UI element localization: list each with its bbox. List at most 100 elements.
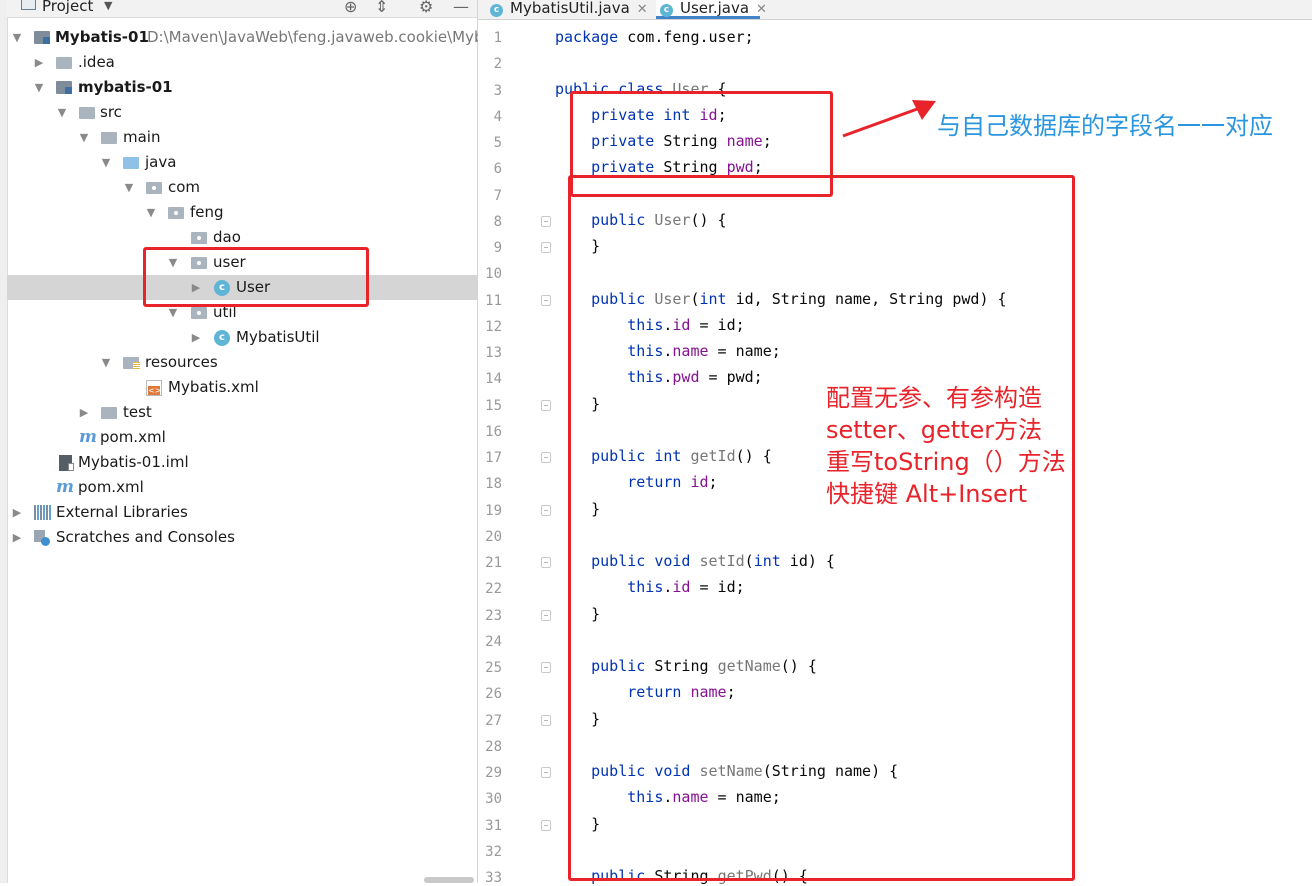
package-icon	[191, 257, 207, 269]
line-number: 15	[485, 398, 502, 414]
chevron-down-icon[interactable]: ▼	[100, 350, 112, 375]
fold-marker-icon[interactable]	[541, 767, 551, 778]
tree-item-test[interactable]: ▶ test	[7, 400, 477, 425]
chevron-down-icon[interactable]: ▼	[123, 175, 135, 200]
tree-item-pom-xml-module[interactable]: m pom.xml	[7, 425, 477, 450]
tree-item-scratches[interactable]: ▶ Scratches and Consoles	[7, 525, 477, 550]
close-icon[interactable]: ✕	[637, 2, 648, 17]
tree-item-user-class[interactable]: ▶ c User	[7, 275, 477, 300]
tree-item-com[interactable]: ▼ com	[7, 175, 477, 200]
scratches-icon	[34, 530, 50, 546]
resources-folder-icon	[123, 357, 140, 370]
fold-marker-icon[interactable]	[541, 452, 551, 463]
fold-marker-icon[interactable]	[541, 557, 551, 568]
chevron-down-icon[interactable]: ▼	[33, 75, 45, 100]
tree-item-java[interactable]: ▼ java	[7, 150, 477, 175]
line-number: 18	[485, 476, 502, 492]
tree-item-src[interactable]: ▼ src	[7, 100, 477, 125]
line-number: 33	[485, 870, 502, 886]
methods-annotation-line: 重写toString（）方法	[826, 448, 1066, 476]
tree-item-label: .idea	[78, 53, 115, 71]
tree-item-label: feng	[190, 203, 224, 221]
tab-mybatisutil[interactable]: c MybatisUtil.java ✕	[486, 0, 656, 19]
chevron-right-icon[interactable]: ▶	[78, 400, 90, 425]
tree-item-label: Mybatis-01	[55, 28, 149, 46]
chevron-down-icon[interactable]: ▼	[167, 250, 179, 275]
code-line: }	[555, 710, 601, 728]
locate-icon[interactable]: ⊕	[344, 0, 357, 16]
chevron-down-icon[interactable]: ▼	[100, 150, 112, 175]
chevron-down-icon[interactable]: ▼	[145, 200, 157, 225]
line-number: 22	[485, 581, 502, 597]
tree-item-pom-xml-root[interactable]: m pom.xml	[7, 475, 477, 500]
tree-item-resources[interactable]: ▼ resources	[7, 350, 477, 375]
line-number: 30	[485, 791, 502, 807]
chevron-down-icon[interactable]: ▼	[78, 125, 90, 150]
fold-marker-icon[interactable]	[541, 216, 551, 227]
fold-marker-icon[interactable]	[541, 295, 551, 306]
line-number: 1	[493, 30, 502, 46]
tree-item-iml[interactable]: Mybatis-01.iml	[7, 450, 477, 475]
tree-item-mybatisutil[interactable]: ▶ c MybatisUtil	[7, 325, 477, 350]
tree-item-label: dao	[213, 228, 241, 246]
tree-item-idea[interactable]: ▶ .idea	[7, 50, 477, 75]
fold-marker-icon[interactable]	[541, 715, 551, 726]
tree-item-label: External Libraries	[56, 503, 188, 521]
chevron-right-icon[interactable]: ▶	[190, 275, 202, 300]
chevron-right-icon[interactable]: ▶	[190, 325, 202, 350]
fold-marker-icon[interactable]	[541, 662, 551, 673]
fold-marker-icon[interactable]	[541, 505, 551, 516]
module-icon	[56, 81, 72, 94]
fold-marker-icon[interactable]	[541, 820, 551, 831]
line-number: 29	[485, 765, 502, 781]
fold-marker-icon[interactable]	[541, 610, 551, 621]
collapse-all-icon[interactable]: ⇕	[375, 0, 388, 16]
tree-item-mybatis-01[interactable]: ▼ mybatis-01	[7, 75, 477, 100]
folder-icon	[56, 57, 72, 69]
line-number: 3	[493, 83, 502, 99]
tab-label: User.java	[680, 0, 750, 17]
line-number: 32	[485, 844, 502, 860]
tree-item-label: mybatis-01	[78, 78, 173, 96]
close-icon[interactable]: ✕	[756, 2, 767, 17]
tree-item-dao[interactable]: dao	[7, 225, 477, 250]
code-line: package com.feng.user;	[555, 28, 754, 46]
tree-item-label: main	[123, 128, 161, 146]
code-line: public User() {	[591, 211, 727, 229]
gear-icon[interactable]: ⚙	[419, 0, 433, 16]
project-panel-title[interactable]: Project	[42, 0, 93, 15]
chevron-right-icon[interactable]: ▶	[11, 525, 23, 550]
tab-label: MybatisUtil.java	[510, 0, 630, 17]
tree-item-mybatis-01-root[interactable]: ▼ Mybatis-01 D:\Maven\JavaWeb\feng.javaw…	[7, 25, 484, 50]
horizontal-scrollbar[interactable]	[424, 877, 474, 883]
folder-icon	[79, 107, 95, 119]
tree-item-util[interactable]: ▼ util	[7, 300, 477, 325]
tree-item-user-package[interactable]: ▼ user	[7, 250, 477, 275]
methods-annotation-line: 快捷键 Alt+Insert	[826, 480, 1028, 508]
xml-file-icon	[146, 380, 162, 396]
hide-icon[interactable]: —	[453, 0, 469, 16]
line-number: 25	[485, 660, 502, 676]
tree-item-label: pom.xml	[100, 428, 166, 446]
fold-marker-icon[interactable]	[541, 242, 551, 253]
tree-item-feng[interactable]: ▼ feng	[7, 200, 477, 225]
chevron-right-icon[interactable]: ▶	[11, 500, 23, 525]
code-line: public String getName() {	[591, 657, 817, 675]
chevron-down-icon[interactable]: ▼	[104, 0, 112, 12]
chevron-right-icon[interactable]: ▶	[33, 50, 45, 75]
tree-item-label: Mybatis.xml	[168, 378, 259, 396]
line-number: 13	[485, 345, 502, 361]
iml-file-icon	[59, 455, 74, 471]
chevron-down-icon[interactable]: ▼	[167, 300, 179, 325]
folder-icon	[101, 407, 117, 419]
tree-item-main[interactable]: ▼ main	[7, 125, 477, 150]
tree-item-label: MybatisUtil	[236, 328, 320, 346]
tree-item-mybatis-xml[interactable]: Mybatis.xml	[7, 375, 477, 400]
chevron-down-icon[interactable]: ▼	[11, 25, 23, 50]
chevron-down-icon[interactable]: ▼	[56, 100, 68, 125]
source-folder-icon	[123, 157, 139, 169]
tree-item-external-libraries[interactable]: ▶ External Libraries	[7, 500, 477, 525]
tab-user-java[interactable]: c User.java ✕	[656, 0, 767, 19]
fold-marker-icon[interactable]	[541, 400, 551, 411]
maven-icon: m	[79, 427, 97, 447]
